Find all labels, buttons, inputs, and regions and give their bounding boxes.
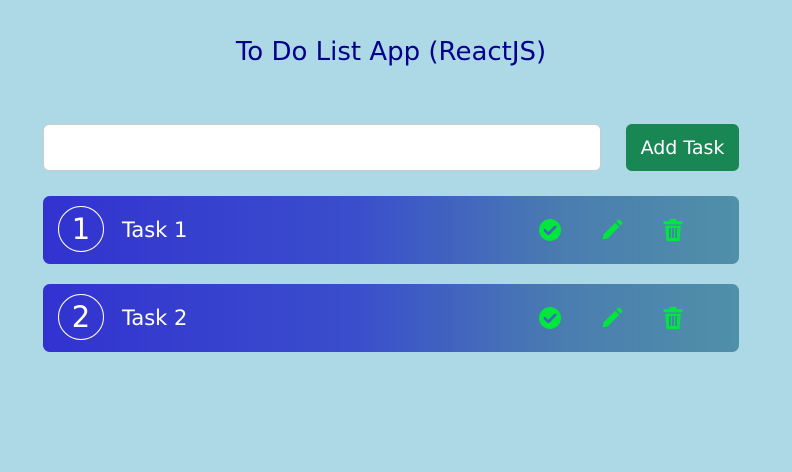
task-row: 2 Task 2 — [43, 284, 739, 352]
page-title: To Do List App (ReactJS) — [235, 37, 547, 67]
task-number-badge: 1 — [58, 206, 104, 252]
new-task-input[interactable] — [43, 124, 601, 171]
task-row: 1 Task 1 — [43, 196, 739, 264]
task-text: Task 2 — [122, 306, 188, 330]
pencil-icon[interactable] — [600, 306, 624, 330]
todo-app: To Do List App (ReactJS) Add Task 1 Task… — [0, 0, 792, 472]
add-task-button[interactable]: Add Task — [626, 124, 739, 171]
check-circle-icon[interactable] — [538, 306, 562, 330]
trash-icon[interactable] — [661, 306, 685, 330]
task-number-badge: 2 — [58, 294, 104, 340]
task-text: Task 1 — [122, 218, 188, 242]
check-circle-icon[interactable] — [538, 218, 562, 242]
pencil-icon[interactable] — [600, 218, 624, 242]
trash-icon[interactable] — [661, 218, 685, 242]
